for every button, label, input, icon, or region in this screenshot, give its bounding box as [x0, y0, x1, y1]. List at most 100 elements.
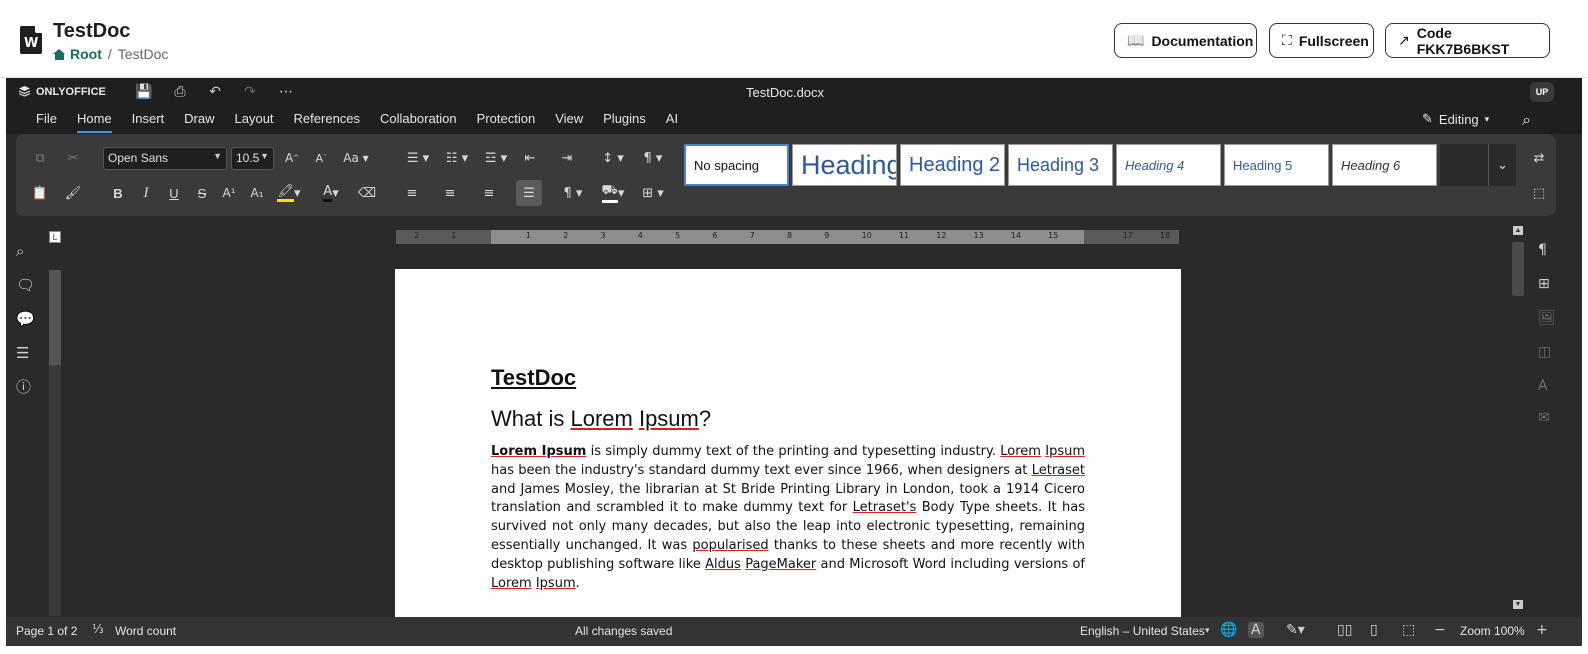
cut-icon[interactable]: ✂	[62, 147, 84, 169]
navigation-icon[interactable]: ☰	[16, 344, 29, 362]
superscript-icon[interactable]: A¹	[218, 182, 240, 204]
redo-icon[interactable]: ↷	[238, 81, 262, 103]
undo-icon[interactable]: ↶	[203, 81, 227, 103]
style-heading-4[interactable]: Heading 4	[1116, 144, 1221, 186]
zoom-level[interactable]: Zoom 100%	[1460, 624, 1525, 638]
decrease-indent-icon[interactable]: ⇤	[519, 147, 541, 169]
language-select[interactable]: English – United States	[1080, 624, 1205, 638]
document-page[interactable]: TestDoc What is Lorem Ipsum? Lorem Ipsum…	[395, 269, 1181, 619]
word-count-button[interactable]: Word count	[115, 624, 176, 638]
italic-icon[interactable]: I	[135, 182, 157, 204]
tab-layout[interactable]: Layout	[225, 110, 284, 128]
nonprinting-chars-icon[interactable]: ¶ ▾	[556, 182, 590, 204]
align-left-icon[interactable]: ≡	[401, 182, 423, 204]
clear-formatting-icon[interactable]: ⌫	[356, 182, 378, 204]
search-icon[interactable]: ⌕	[16, 242, 24, 260]
style-heading-5[interactable]: Heading 5	[1224, 144, 1329, 186]
fullscreen-button[interactable]: ⛶ Fullscreen	[1269, 23, 1374, 58]
increase-font-icon[interactable]: A ^	[281, 147, 303, 169]
ruler-tick-label: 7	[749, 231, 755, 240]
mail-merge-icon[interactable]: ✉	[1538, 410, 1550, 426]
save-icon[interactable]: 💾	[132, 81, 156, 103]
style-heading-1[interactable]: Heading	[792, 144, 897, 186]
tab-references[interactable]: References	[284, 110, 370, 128]
change-case-icon[interactable]: Aa ▾	[338, 147, 374, 169]
shading-icon[interactable]: ⛟ ▾	[596, 182, 630, 204]
scroll-up-icon[interactable]: ▲	[1513, 226, 1523, 235]
align-right-icon[interactable]: ≡	[478, 182, 500, 204]
code-button[interactable]: ↗ Code FKK7B6BKST	[1385, 23, 1550, 58]
tab-ai[interactable]: AI	[656, 110, 688, 128]
info-icon[interactable]: ⓘ	[16, 376, 31, 397]
print-icon[interactable]: ⎙	[168, 81, 192, 103]
style-heading-6[interactable]: Heading 6	[1332, 144, 1437, 186]
select-icon[interactable]: ⬚	[1528, 182, 1550, 204]
vertical-scrollbar[interactable]: ▲ ▼	[1512, 226, 1524, 616]
tab-home[interactable]: Home	[67, 110, 122, 133]
multipage-view-icon[interactable]: ▯▯	[1337, 622, 1352, 638]
tab-protection[interactable]: Protection	[467, 110, 546, 128]
replace-icon[interactable]: ⇄	[1528, 147, 1550, 169]
bold-icon[interactable]: B	[107, 182, 129, 204]
avatar[interactable]: UP	[1530, 82, 1554, 102]
increase-indent-icon[interactable]: ⇥	[556, 147, 578, 169]
document-editor: ONLYOFFICE 💾 ⎙ ↶ ↷ ⋯ TestDoc.docx UP Fil…	[6, 78, 1582, 646]
style-heading-3[interactable]: Heading 3	[1008, 144, 1113, 186]
zoom-in-icon[interactable]: +	[1536, 622, 1548, 638]
format-painter-icon[interactable]: 🖌	[62, 182, 84, 204]
chevron-down-icon[interactable]: ⌄	[1488, 144, 1516, 186]
image-settings-icon[interactable]: 🖼	[1538, 310, 1556, 326]
tab-stop-selector[interactable]: L	[49, 231, 61, 243]
tab-view[interactable]: View	[545, 110, 593, 128]
tab-file[interactable]: File	[26, 110, 67, 128]
numbered-list-icon[interactable]: ☷ ▾	[440, 147, 474, 169]
tab-insert[interactable]: Insert	[122, 110, 175, 128]
style-no-spacing[interactable]: No spacing	[684, 144, 789, 186]
documentation-button[interactable]: 📖 Documentation	[1114, 23, 1257, 58]
font-family-select[interactable]: Open Sans ▼	[103, 147, 227, 170]
decrease-font-icon[interactable]: Aˇ	[310, 147, 332, 169]
ruler-tick-label: 9	[824, 231, 830, 240]
underline-icon[interactable]: U	[163, 182, 185, 204]
paragraph-settings-icon[interactable]: ¶	[1538, 242, 1547, 258]
scroll-down-icon[interactable]: ▼	[1513, 600, 1523, 609]
page-indicator[interactable]: Page 1 of 2	[16, 624, 77, 638]
editing-mode-dropdown[interactable]: ✎ Editing ▾	[1422, 112, 1489, 127]
breadcrumb-root[interactable]: Root	[53, 46, 102, 62]
shape-settings-icon[interactable]: ◫	[1538, 344, 1551, 360]
highlight-color-icon[interactable]: 🖍 ▾	[272, 182, 306, 204]
chat-icon[interactable]: 💬	[16, 310, 35, 328]
fit-width-icon[interactable]: ⬚	[1402, 622, 1415, 638]
tab-plugins[interactable]: Plugins	[593, 110, 656, 128]
multilevel-list-icon[interactable]: ☲ ▾	[479, 147, 513, 169]
track-changes-icon[interactable]: ✎▾	[1286, 622, 1305, 638]
spell-check-icon[interactable]: A	[1248, 622, 1264, 638]
globe-icon[interactable]: 🌐	[1220, 622, 1237, 638]
search-icon[interactable]: ⌕	[1522, 110, 1531, 130]
paragraph-settings-icon[interactable]: ¶ ▾	[636, 147, 670, 169]
copy-icon[interactable]: ⧉	[29, 147, 51, 169]
subscript-icon[interactable]: A₁	[246, 182, 268, 204]
document-heading: What is Lorem Ipsum?	[491, 406, 712, 431]
tab-draw[interactable]: Draw	[174, 110, 224, 128]
font-size-select[interactable]: 10.5 ▼	[231, 147, 274, 170]
table-settings-icon[interactable]: ⊞	[1538, 276, 1550, 292]
more-icon[interactable]: ⋯	[274, 81, 298, 103]
borders-icon[interactable]: ⊞ ▾	[636, 182, 670, 204]
line-spacing-icon[interactable]: ↕ ▾	[596, 147, 630, 169]
strikethrough-icon[interactable]: S	[191, 182, 213, 204]
horizontal-ruler[interactable]: 2 1 1 2 3 4 5 6 7 8 9 10 11 12 13 14 15 17 18	[396, 230, 1179, 244]
paste-icon[interactable]: 📋	[29, 182, 51, 204]
font-color-icon[interactable]: A ▾	[314, 182, 348, 204]
zoom-out-icon[interactable]: −	[1434, 622, 1446, 638]
text-art-icon[interactable]: A	[1538, 378, 1548, 394]
align-center-icon[interactable]: ≡	[439, 182, 461, 204]
scrollbar-thumb[interactable]	[1512, 242, 1524, 296]
tab-collaboration[interactable]: Collaboration	[370, 110, 467, 128]
fit-page-icon[interactable]: ▯	[1370, 622, 1378, 638]
justify-icon[interactable]: ☰	[516, 180, 542, 206]
vertical-ruler[interactable]	[49, 270, 61, 616]
comments-icon[interactable]: 🗨	[16, 276, 35, 294]
bullet-list-icon[interactable]: ☰ ▾	[401, 147, 435, 169]
style-heading-2[interactable]: Heading 2	[900, 144, 1005, 186]
